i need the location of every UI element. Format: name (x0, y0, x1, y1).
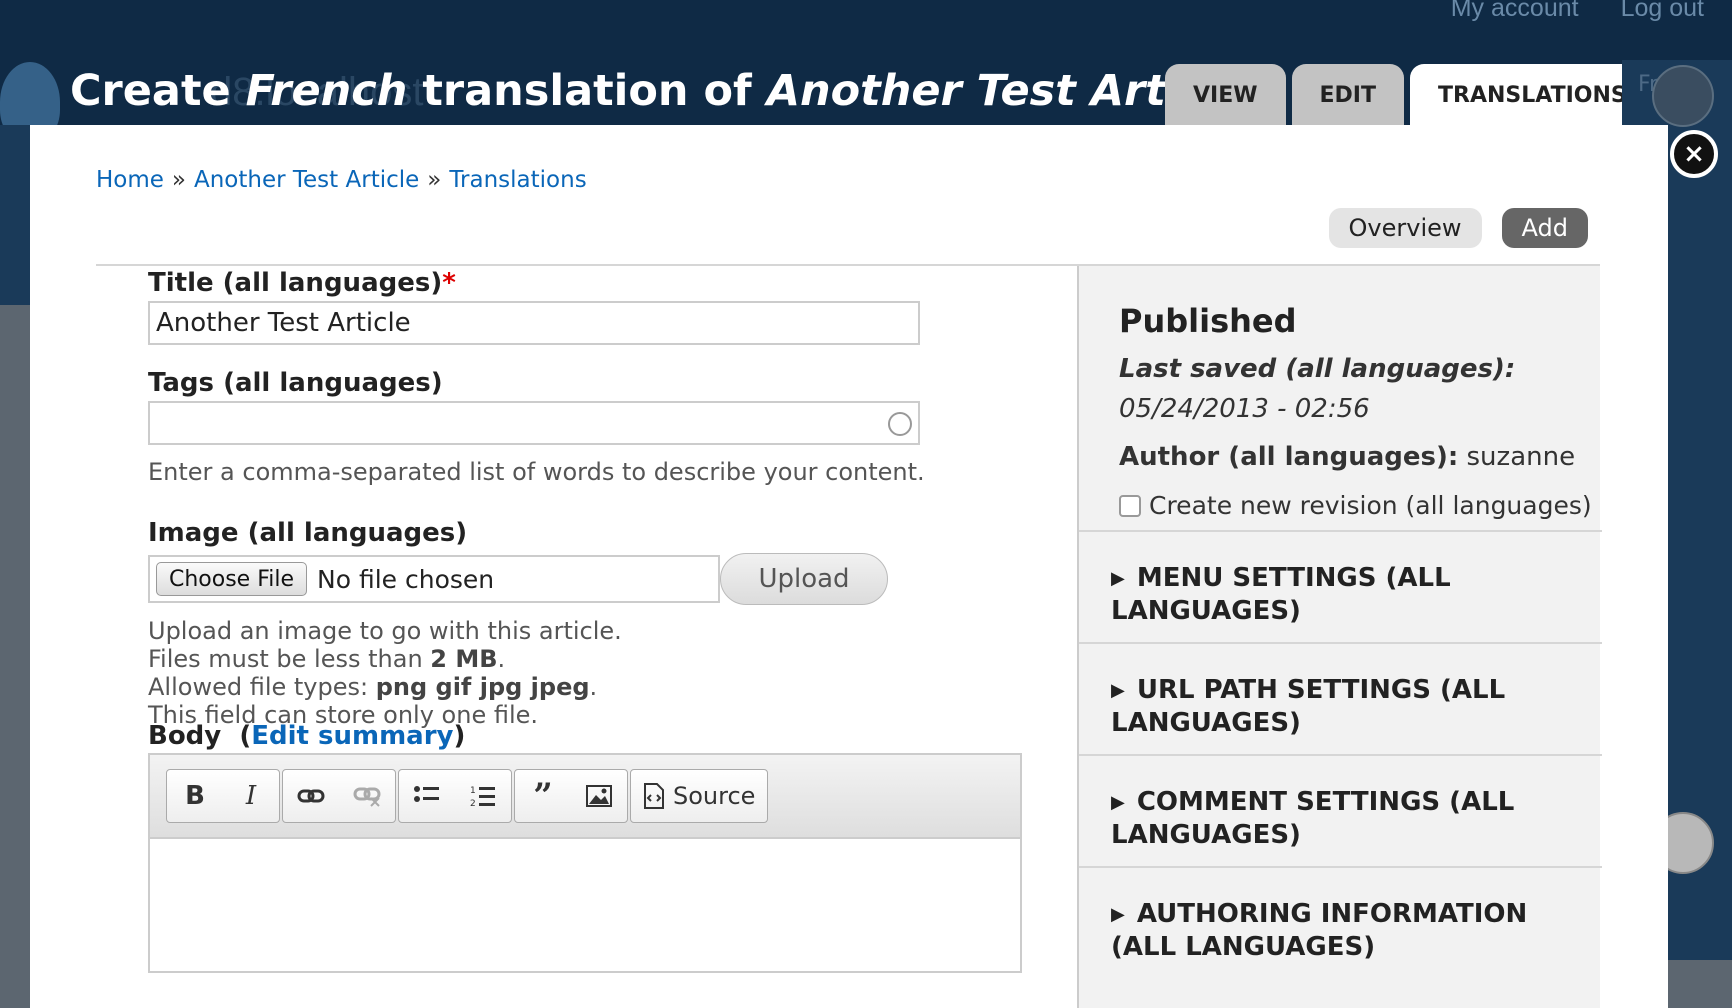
body-label-text: Body (148, 721, 222, 751)
unlink-icon[interactable] (339, 769, 395, 823)
svg-text:2: 2 (470, 799, 476, 808)
publish-status: Published (1119, 302, 1297, 340)
image-icon[interactable] (571, 769, 627, 823)
size-value: 2 MB (430, 645, 498, 673)
author-value: suzanne (1466, 442, 1576, 472)
bulleted-list-icon[interactable] (399, 769, 455, 823)
section-title: COMMENT SETTINGS (ALL (1136, 787, 1515, 817)
breadcrumb-article[interactable]: Another Test Article (194, 167, 419, 193)
expand-arrow-icon: ▶ (1111, 792, 1125, 813)
image-desc-size: Files must be less than 2 MB. (148, 645, 622, 673)
blockquote-icon[interactable]: ” (515, 769, 571, 823)
italic-button[interactable]: I (223, 769, 279, 823)
author-info: Author (all languages): suzanne (1119, 442, 1575, 472)
link-icon[interactable] (283, 769, 339, 823)
choose-file-button[interactable]: Choose File (156, 562, 308, 596)
image-description: Upload an image to go with this article.… (148, 617, 622, 729)
toolbar-group-links (282, 769, 396, 823)
url-path-settings-section[interactable]: ▶ URL PATH SETTINGS (ALL LANGUAGES) (1079, 642, 1602, 754)
breadcrumb: Home » Another Test Article » Translations (96, 167, 587, 193)
title-middle: translation of (407, 66, 767, 116)
edit-summary-link[interactable]: Edit summary (251, 721, 453, 751)
title-label-text: Title (all languages) (148, 268, 443, 298)
paren-open: ( (239, 721, 252, 751)
create-revision-label: Create new revision (all languages) (1149, 491, 1592, 520)
tags-input[interactable] (148, 401, 920, 445)
top-header: d8.localhost My account Log out Create F… (0, 0, 1732, 142)
primary-tabs: VIEW EDIT TRANSLATIONS (1165, 64, 1655, 126)
create-revision-checkbox[interactable] (1119, 494, 1141, 517)
paren-close: ) (453, 721, 466, 751)
source-icon (644, 783, 664, 809)
section-title-cont: LANGUAGES) (1111, 820, 1301, 850)
image-desc-line: Upload an image to go with this article. (148, 617, 622, 645)
toolbar-group-source[interactable]: Source (630, 769, 769, 823)
expand-arrow-icon: ▶ (1111, 904, 1125, 925)
title-label: Title (all languages)* (148, 268, 456, 298)
tags-description: Enter a comma-separated list of words to… (148, 458, 925, 486)
tab-add[interactable]: Add (1501, 208, 1588, 248)
no-file-chosen-text: No file chosen (317, 564, 495, 594)
last-saved-value: 05/24/2013 - 02:56 (1119, 394, 1370, 424)
title-input[interactable]: Another Test Article (148, 301, 920, 345)
types-prefix: Allowed file types: (148, 673, 376, 701)
author-label: Author (all languages): (1119, 442, 1459, 472)
entity-meta-sidebar: Published Last saved (all languages): 05… (1077, 266, 1602, 1008)
upload-button[interactable]: Upload (720, 553, 888, 605)
tags-label: Tags (all languages) (148, 368, 443, 398)
toolbar-group-lists: 12 (398, 769, 512, 823)
tab-view[interactable]: VIEW (1165, 64, 1286, 126)
body-label: Body (Edit summary) (148, 721, 465, 751)
section-title-cont: LANGUAGES) (1111, 596, 1301, 626)
secondary-tabs: Overview Add (1328, 208, 1588, 248)
menu-settings-section[interactable]: ▶ MENU SETTINGS (ALL LANGUAGES) (1079, 530, 1602, 642)
image-file-input[interactable]: Choose File No file chosen (148, 555, 720, 603)
tab-translations[interactable]: TRANSLATIONS (1410, 64, 1655, 126)
required-marker: * (442, 268, 456, 298)
image-label: Image (all languages) (148, 518, 468, 548)
user-links: My account Log out (1451, 0, 1704, 23)
breadcrumb-separator: » (171, 167, 186, 193)
tab-overview[interactable]: Overview (1328, 208, 1482, 248)
toolbar-group-formatting: B I (166, 769, 280, 823)
autocomplete-throbber-icon (888, 412, 912, 436)
expand-arrow-icon: ▶ (1111, 568, 1125, 589)
image-desc-types: Allowed file types: png gif jpg jpeg. (148, 673, 622, 701)
my-account-link[interactable]: My account (1451, 0, 1579, 23)
contextual-edit-pencil-icon[interactable] (1652, 65, 1714, 127)
create-revision-option[interactable]: Create new revision (all languages) (1119, 491, 1592, 520)
section-title-cont: (ALL LANGUAGES) (1111, 932, 1376, 962)
last-saved-label: Last saved (all languages): (1119, 354, 1516, 384)
page-title: Create French translation of Another Tes… (70, 66, 1282, 116)
section-title: AUTHORING INFORMATION (1136, 899, 1528, 929)
editor-toolbar: B I 12 ” Source (150, 755, 1020, 839)
size-prefix: Files must be less than (148, 645, 431, 673)
body-editor: B I 12 ” Source (148, 753, 1022, 973)
svg-text:1: 1 (470, 786, 476, 796)
breadcrumb-translations[interactable]: Translations (449, 167, 586, 193)
numbered-list-icon[interactable]: 12 (455, 769, 511, 823)
size-suffix: . (497, 645, 506, 673)
section-title: MENU SETTINGS (ALL (1136, 563, 1451, 593)
section-title: URL PATH SETTINGS (ALL (1136, 675, 1506, 705)
close-dialog-icon[interactable]: × (1670, 130, 1718, 178)
types-suffix: . (589, 673, 598, 701)
section-title-cont: LANGUAGES) (1111, 708, 1301, 738)
breadcrumb-home[interactable]: Home (96, 167, 164, 193)
title-prefix: Create (70, 66, 246, 116)
comment-settings-section[interactable]: ▶ COMMENT SETTINGS (ALL LANGUAGES) (1079, 754, 1602, 866)
types-value: png gif jpg jpeg (375, 673, 590, 701)
bold-button[interactable]: B (167, 769, 223, 823)
editor-content-area[interactable] (150, 839, 1020, 973)
authoring-information-section[interactable]: ▶ AUTHORING INFORMATION (ALL LANGUAGES) (1079, 866, 1602, 978)
source-button-label: Source (673, 782, 756, 810)
title-language: French (245, 66, 408, 116)
expand-arrow-icon: ▶ (1111, 680, 1125, 701)
tab-edit[interactable]: EDIT (1291, 64, 1404, 126)
breadcrumb-separator: » (427, 167, 442, 193)
toolbar-group-media: ” (514, 769, 628, 823)
overlay-dialog: Home » Another Test Article » Translations O… (30, 125, 1668, 1008)
log-out-link[interactable]: Log out (1621, 0, 1704, 23)
